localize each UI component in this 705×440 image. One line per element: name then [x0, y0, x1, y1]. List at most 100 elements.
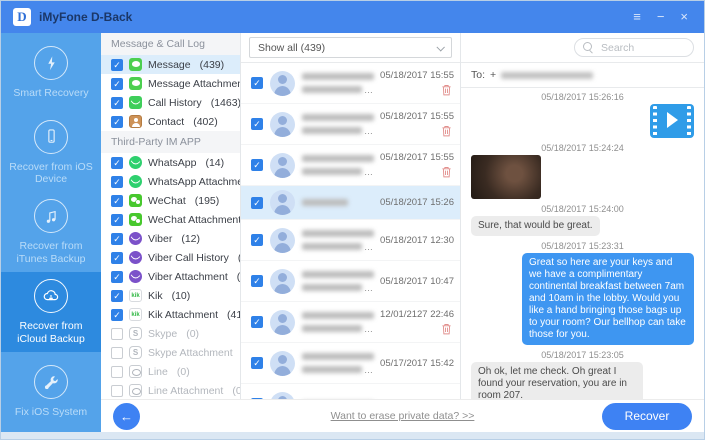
sidebar-item-recover-from-ios-device[interactable]: Recover from iOS Device — [1, 113, 101, 193]
row-checkbox[interactable] — [251, 275, 263, 287]
sidebar-item-smart-recovery[interactable]: Smart Recovery — [1, 33, 101, 113]
message-row[interactable]: … 05/18/2017 10:47 — [241, 261, 460, 302]
skype-icon — [129, 346, 142, 359]
checkbox[interactable] — [111, 385, 123, 397]
trash-icon[interactable] — [441, 323, 452, 335]
message-preview-redacted: … — [302, 230, 373, 250]
category-item[interactable]: Line Attachment 0 — [101, 381, 240, 399]
message-preview-redacted: … — [302, 73, 373, 93]
category-count: 41 — [227, 309, 241, 321]
contact-avatar — [270, 351, 295, 376]
checkbox[interactable] — [111, 97, 123, 109]
message-list-panel: Show all (439) … 05/18/2017 15:55 … — [241, 33, 461, 399]
titlebar: D iMyFone D-Back ≡ − × — [1, 1, 704, 33]
category-item[interactable]: Message 439 — [101, 55, 240, 74]
erase-private-data-link[interactable]: Want to erase private data? >> — [331, 410, 475, 422]
checkbox[interactable] — [111, 195, 123, 207]
row-checkbox[interactable] — [251, 357, 263, 369]
message-date: 05/18/2017 15:55 — [380, 152, 454, 163]
checkbox[interactable] — [111, 328, 123, 340]
message-row[interactable]: … 05/17/2017 15:42 — [241, 343, 460, 384]
category-item[interactable]: Message Attachment 9 — [101, 74, 240, 93]
checkbox[interactable] — [111, 290, 123, 302]
phone-icon — [129, 96, 142, 109]
message-date: 05/18/2017 12:30 — [380, 235, 454, 246]
checkbox[interactable] — [111, 347, 123, 359]
trash-icon[interactable] — [441, 166, 452, 178]
chat-message-row — [471, 155, 694, 199]
category-item[interactable]: WeChat 195 — [101, 191, 240, 210]
chat-message-row: Sure, that would be great. — [471, 216, 694, 236]
category-item[interactable]: Skype 0 — [101, 324, 240, 343]
row-checkbox[interactable] — [251, 159, 263, 171]
chat-message-row: Great so here are your keys and we have … — [471, 253, 694, 345]
chat-thread: 05/18/2017 15:26:1605/18/2017 15:24:2405… — [461, 88, 704, 399]
video-attachment-icon[interactable] — [650, 104, 694, 138]
category-item[interactable]: Line 0 — [101, 362, 240, 381]
row-checkbox[interactable] — [251, 316, 263, 328]
category-item[interactable]: WhatsApp Attachment 619 — [101, 172, 240, 191]
message-row[interactable]: 05/16/2017 17:52 — [241, 384, 460, 399]
category-item[interactable]: Viber 12 — [101, 229, 240, 248]
show-all-dropdown[interactable]: Show all (439) — [249, 37, 452, 58]
category-item[interactable]: Skype Attachment 0 — [101, 343, 240, 362]
recover-button[interactable]: Recover — [602, 403, 692, 430]
sidebar-item-recover-from-itunes-backup[interactable]: Recover from iTunes Backup — [1, 193, 101, 273]
message-preview-redacted: … — [302, 155, 373, 175]
row-checkbox[interactable] — [251, 77, 263, 89]
search-input[interactable] — [599, 41, 685, 55]
row-checkbox[interactable] — [251, 197, 263, 209]
checkbox[interactable] — [111, 366, 123, 378]
message-timestamp: 05/18/2017 15:24:24 — [471, 143, 694, 153]
checkbox[interactable] — [111, 176, 123, 188]
search-box[interactable] — [574, 38, 694, 57]
checkbox[interactable] — [111, 116, 123, 128]
category-item[interactable]: WeChat Attachment 37368 — [101, 210, 240, 229]
category-item[interactable]: Call History 1463 — [101, 93, 240, 112]
menu-icon[interactable]: ≡ — [633, 9, 641, 25]
category-item[interactable]: Contact 402 — [101, 112, 240, 131]
checkbox[interactable] — [111, 309, 123, 321]
trash-icon[interactable] — [441, 84, 452, 96]
back-button[interactable]: ← — [113, 403, 140, 430]
window-bottom-strip — [1, 432, 704, 439]
message-attachment-icon — [129, 77, 142, 90]
message-preview-redacted — [302, 199, 373, 206]
trash-icon[interactable] — [441, 125, 452, 137]
category-item[interactable]: Viber Attachment 47 — [101, 267, 240, 286]
category-item[interactable]: Viber Call History 5 — [101, 248, 240, 267]
message-row[interactable]: 05/18/2017 15:26 — [241, 186, 460, 220]
category-count: 0 — [232, 385, 241, 397]
close-icon[interactable]: × — [680, 9, 688, 25]
category-count: 12 — [181, 233, 200, 245]
category-item[interactable]: Kik Attachment 41 — [101, 305, 240, 324]
checkbox[interactable] — [111, 59, 123, 71]
minimize-icon[interactable]: − — [657, 9, 665, 25]
row-checkbox[interactable] — [251, 118, 263, 130]
contact-avatar — [270, 153, 295, 178]
category-item[interactable]: Kik 10 — [101, 286, 240, 305]
message-row[interactable]: … 05/18/2017 15:55 — [241, 63, 460, 104]
category-count: 1463 — [211, 97, 241, 109]
checkbox[interactable] — [111, 78, 123, 90]
checkbox[interactable] — [111, 271, 123, 283]
checkbox[interactable] — [111, 214, 123, 226]
category-item[interactable]: WhatsApp 14 — [101, 153, 240, 172]
dropdown-label: Show all (439) — [258, 42, 325, 54]
checkbox[interactable] — [111, 233, 123, 245]
sidebar: Smart Recovery Recover from iOS Device R… — [1, 33, 101, 432]
row-checkbox[interactable] — [251, 234, 263, 246]
sidebar-item-recover-from-icloud-backup[interactable]: Recover from iCloud Backup — [1, 272, 101, 352]
message-date: 05/18/2017 15:26 — [380, 197, 454, 208]
message-row[interactable]: … 05/18/2017 15:55 — [241, 104, 460, 145]
message-row[interactable]: … 05/18/2017 12:30 — [241, 220, 460, 261]
skype-icon — [129, 327, 142, 340]
checkbox[interactable] — [111, 252, 123, 264]
sidebar-item-fix-ios-system[interactable]: Fix iOS System — [1, 352, 101, 432]
category-label: Contact — [148, 116, 184, 128]
checkbox[interactable] — [111, 157, 123, 169]
ios-device-icon — [34, 120, 68, 154]
message-row[interactable]: … 12/01/2127 22:46 — [241, 302, 460, 343]
photo-attachment[interactable] — [471, 155, 541, 199]
message-row[interactable]: … 05/18/2017 15:55 — [241, 145, 460, 186]
